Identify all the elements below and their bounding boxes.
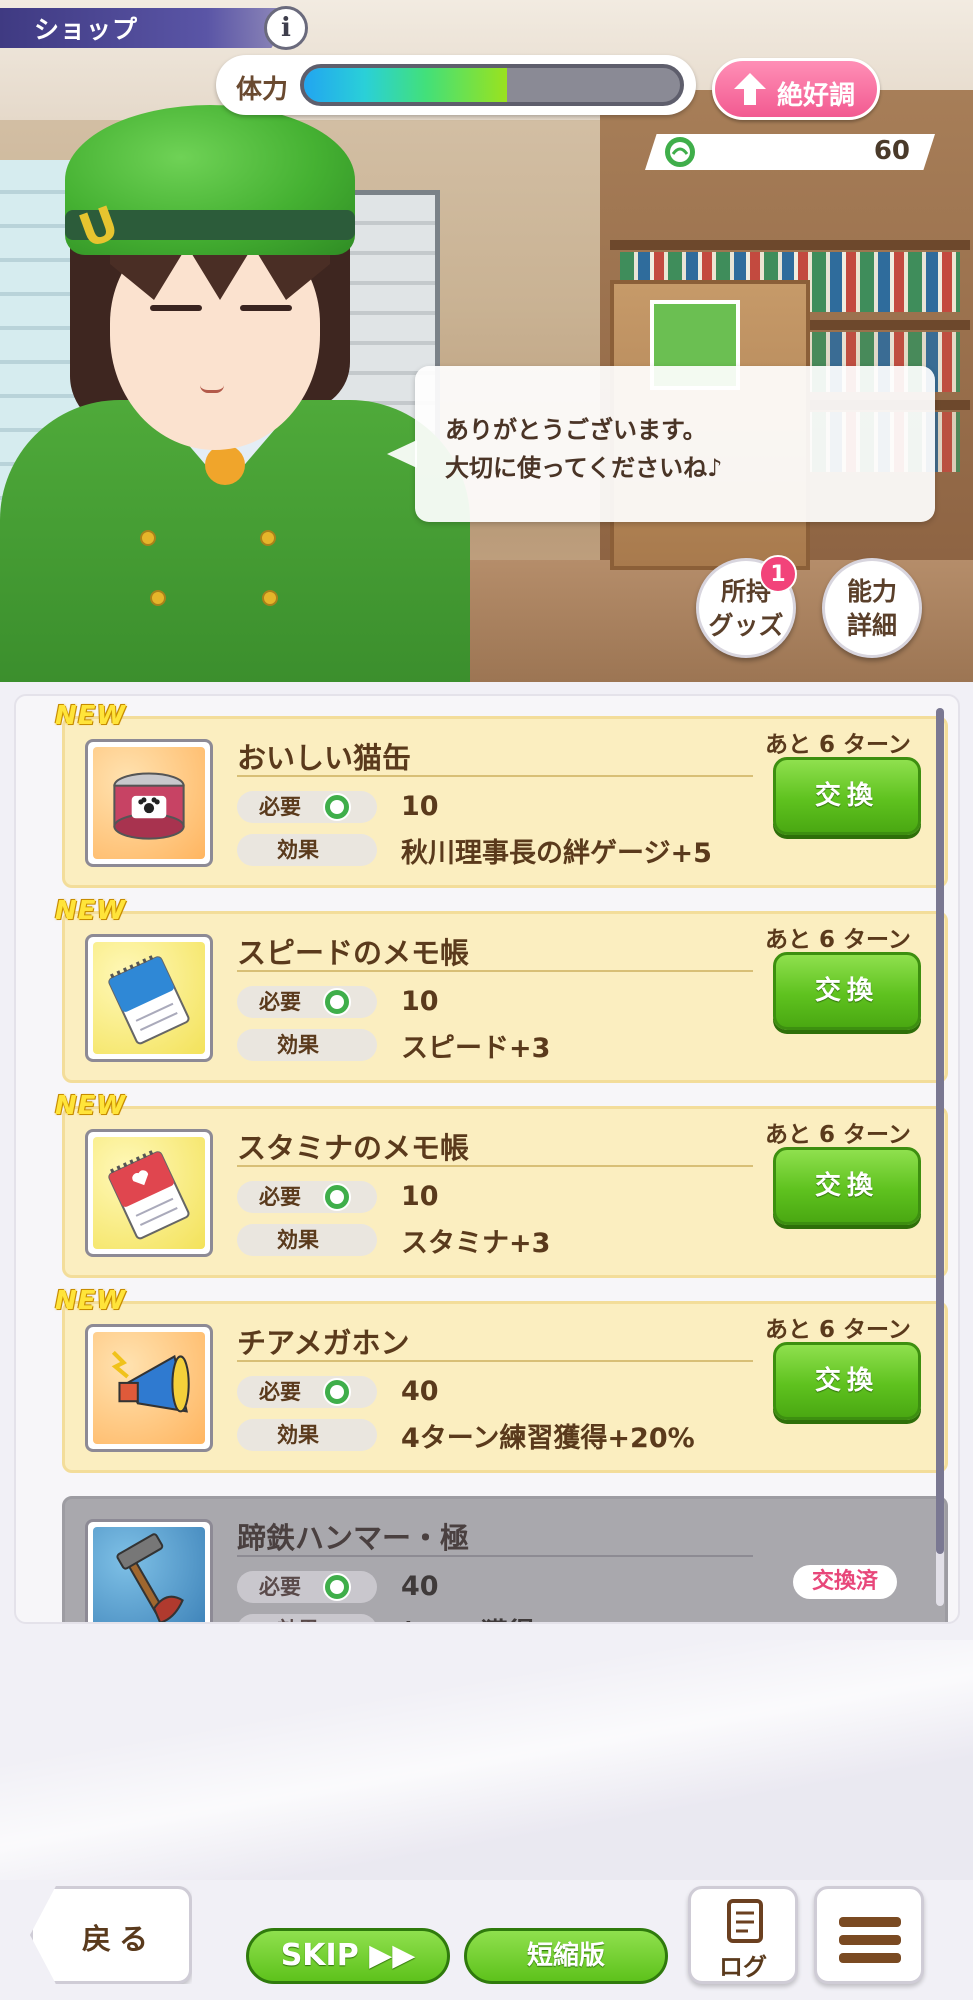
menu-button[interactable] <box>814 1886 924 1984</box>
effect-label: 効果 <box>237 1224 377 1256</box>
item-effect: スタミナ+3 <box>401 1228 551 1259</box>
skip-button[interactable]: SKIP ▶▶ <box>246 1928 450 1984</box>
arrow-up-icon <box>734 73 766 105</box>
item-thumbnail <box>85 934 213 1062</box>
item-effect: 4ターン練習獲得+20% <box>401 1423 695 1454</box>
turns-remaining: あと 6 ターン <box>765 1122 911 1148</box>
list-scrollbar-thumb[interactable] <box>936 708 944 1554</box>
item-name: スピードのメモ帳 <box>237 936 470 970</box>
shop-item-exchanged: 蹄鉄ハンマー・極 必要 40 効果 レース獲得+35% 交換済 <box>62 1496 948 1622</box>
dialogue-line-1: ありがとうございます。 <box>445 416 707 444</box>
turns-remaining: あと 6 ターン <box>765 927 911 953</box>
owned-goods-button[interactable]: 所持 グッズ 1 <box>696 555 797 658</box>
ability-details-label-1: 能力 <box>846 577 897 606</box>
item-name: スタミナのメモ帳 <box>237 1131 470 1165</box>
shop-item: NEW スピードのメモ帳 必要 10 効果 スピード+3 あと 6 ターン 交換 <box>55 896 948 1083</box>
required-label: 必要 <box>237 986 377 1018</box>
item-name: チアメガホン <box>237 1326 410 1360</box>
item-cost: 10 <box>401 791 439 822</box>
log-label: ログ <box>719 1953 767 1981</box>
log-button[interactable]: ログ <box>688 1886 798 1984</box>
speech-bubble[interactable]: ありがとうございます。 大切に使ってくださいね♪ <box>387 366 935 522</box>
mood-button[interactable]: 絶好調 <box>712 58 880 120</box>
shop-coin-icon <box>323 988 351 1016</box>
dialogue-line-2: 大切に使ってくださいね♪ <box>445 454 723 482</box>
exchange-button[interactable]: 交換 <box>773 952 921 1030</box>
turns-remaining: あと 6 ターン <box>765 732 911 758</box>
new-badge: NEW <box>55 1286 127 1316</box>
item-thumbnail <box>85 1519 213 1622</box>
effect-label: 効果 <box>237 1029 377 1061</box>
stamina-label: 体力 <box>236 75 289 105</box>
shop-item: NEW チアメガホン 必要 40 効果 4ターン練習獲得+20% あと 6 ター… <box>55 1286 948 1473</box>
item-thumbnail <box>85 739 213 867</box>
shop-coin-icon <box>323 1183 351 1211</box>
required-label: 必要 <box>237 1376 377 1408</box>
cat-food-can-icon <box>113 772 185 840</box>
log-document-icon <box>727 1899 763 1943</box>
required-label: 必要 <box>237 791 377 823</box>
back-label: 戻る <box>82 1922 157 1956</box>
effect-label: 効果 <box>237 1419 377 1451</box>
stamina-fill <box>304 68 508 102</box>
megaphone-icon <box>111 1350 190 1413</box>
page-title: ショップ <box>34 15 139 44</box>
owned-goods-label-2: グッズ <box>708 611 784 640</box>
shop-item-list[interactable]: NEW おいしい猫缶 必要 10 効果 秋川理事長の絆ゲージ+5 あと 6 ター… <box>14 694 960 1624</box>
hammer-icon <box>116 1533 184 1622</box>
short-version-button[interactable]: 短縮版 <box>464 1928 668 1984</box>
turns-remaining: あと 6 ターン <box>765 1317 911 1343</box>
ability-details-label-2: 詳細 <box>846 611 897 640</box>
item-cost: 40 <box>401 1571 439 1602</box>
info-button[interactable]: i <box>264 6 308 50</box>
shop-coin-icon <box>323 793 351 821</box>
required-label: 必要 <box>237 1181 377 1213</box>
blue-notebook-icon <box>108 953 190 1045</box>
item-name: 蹄鉄ハンマー・極 <box>237 1521 470 1555</box>
item-cost: 10 <box>401 1181 439 1212</box>
shop-item: NEW スタミナのメモ帳 必要 10 効果 スタミナ+3 あと 6 ターン 交換 <box>55 1091 948 1278</box>
shop-item: NEW おいしい猫缶 必要 10 効果 秋川理事長の絆ゲージ+5 あと 6 ター… <box>55 701 948 888</box>
coin-count: 60 <box>873 136 910 166</box>
required-label: 必要 <box>237 1571 377 1603</box>
mood-label: 絶好調 <box>777 81 856 111</box>
new-badge: NEW <box>55 896 127 926</box>
shop-coin-icon <box>323 1378 351 1406</box>
item-effect: スピード+3 <box>401 1033 551 1064</box>
exchanged-badge: 交換済 <box>793 1565 897 1599</box>
stamina-gauge: 体力 <box>216 55 696 115</box>
stamina-track <box>300 64 684 106</box>
info-icon: i <box>281 13 291 43</box>
character-shopkeeper: U <box>0 100 480 682</box>
item-cost: 10 <box>401 986 439 1017</box>
new-badge: NEW <box>55 701 127 731</box>
shop-coin-icon <box>663 135 697 169</box>
exchange-button[interactable]: 交換 <box>773 1147 921 1225</box>
item-thumbnail <box>85 1129 213 1257</box>
notification-badge: 1 <box>759 555 797 593</box>
effect-label: 効果 <box>237 1614 377 1622</box>
item-effect: 秋川理事長の絆ゲージ+5 <box>401 838 712 869</box>
item-name: おいしい猫缶 <box>237 741 412 775</box>
exchange-button[interactable]: 交換 <box>773 1342 921 1420</box>
item-effect: レース獲得+35% <box>401 1611 622 1622</box>
effect-label: 効果 <box>237 834 377 866</box>
red-notebook-icon <box>108 1148 190 1240</box>
item-thumbnail <box>85 1324 213 1452</box>
new-badge: NEW <box>55 1091 127 1121</box>
exchange-button[interactable]: 交換 <box>773 757 921 835</box>
item-cost: 40 <box>401 1376 439 1407</box>
shop-coin-icon <box>323 1573 351 1601</box>
ability-details-button[interactable]: 能力 詳細 <box>822 558 922 658</box>
